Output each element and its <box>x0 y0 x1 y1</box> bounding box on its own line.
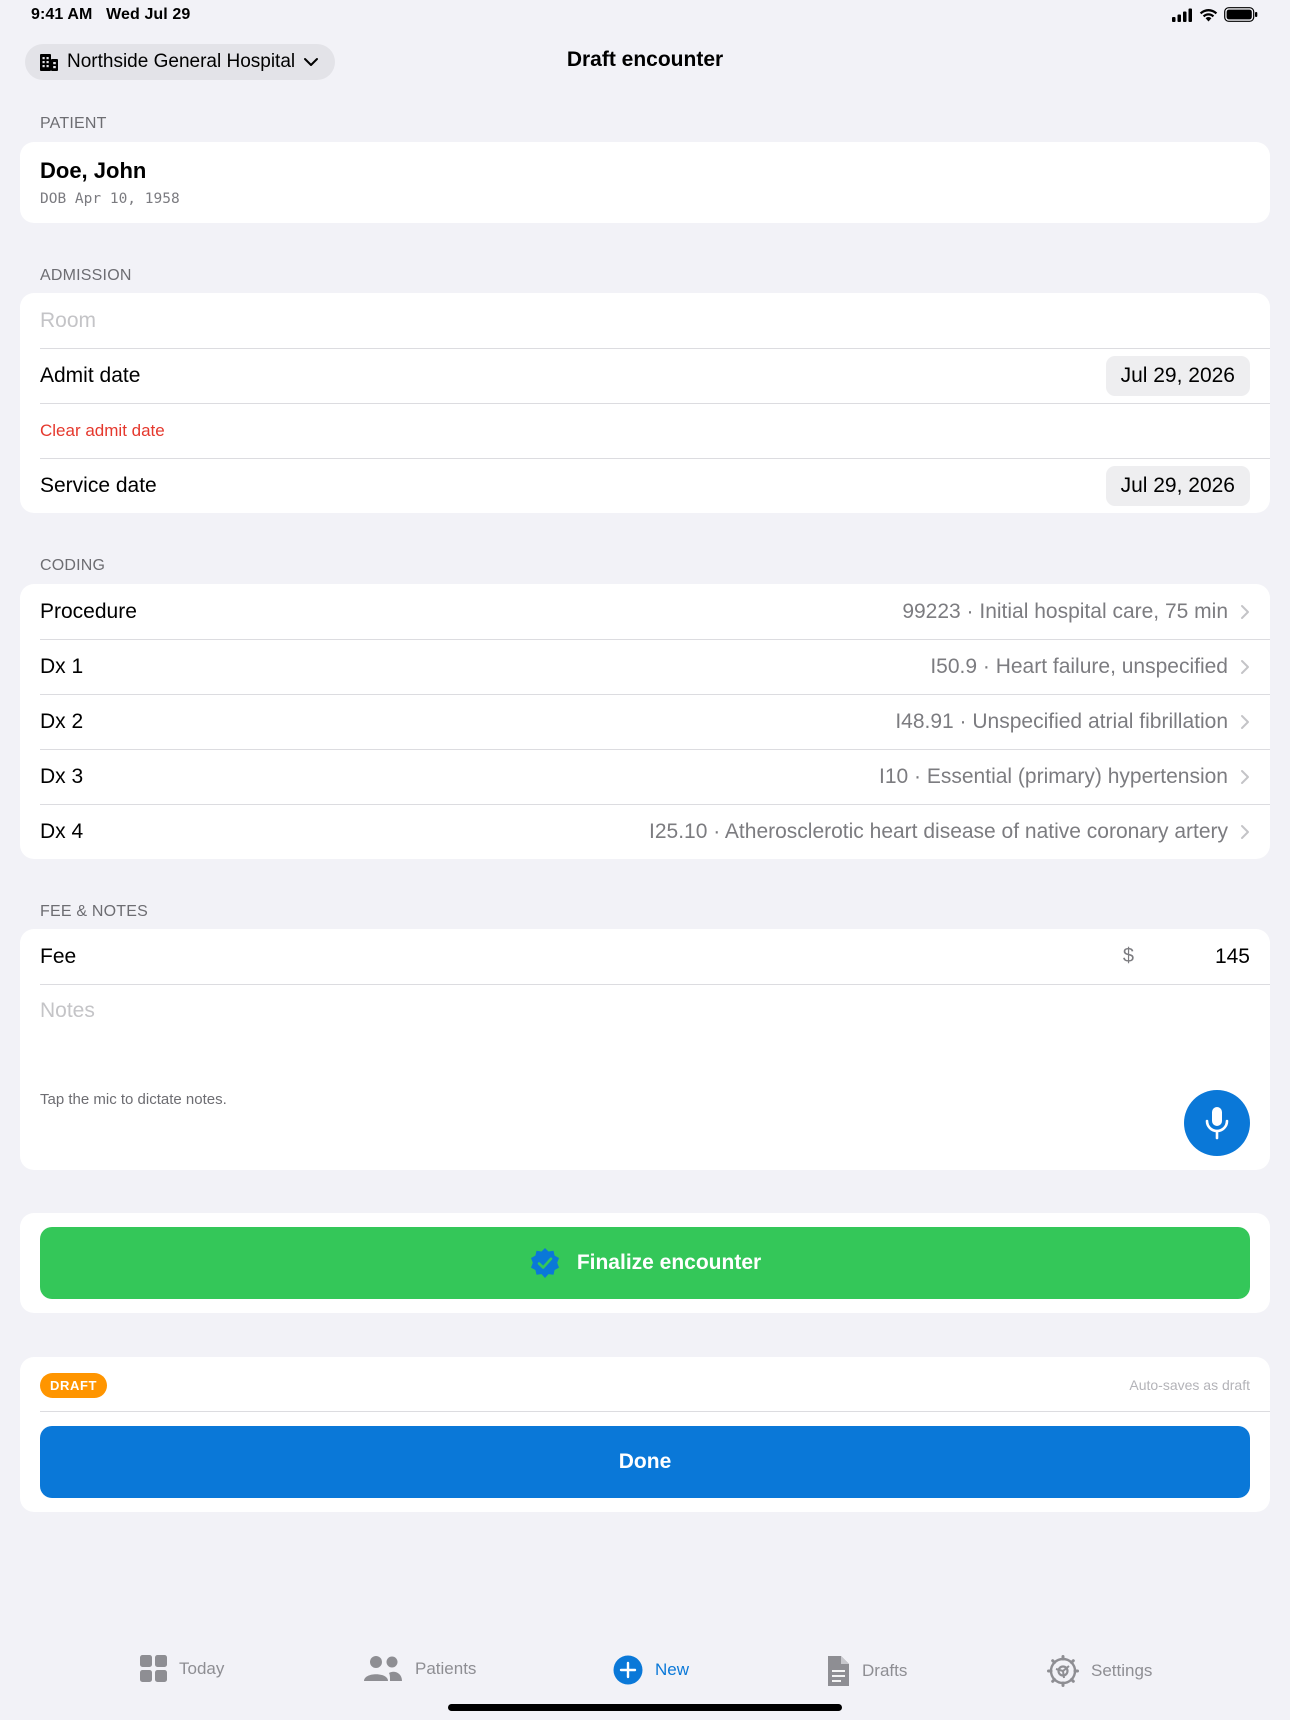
status-clock: 9:41 AM <box>31 6 93 23</box>
battery-icon <box>1224 7 1258 22</box>
service-date-row: Service date Jul 29, 2026 <box>20 458 1270 513</box>
patient-card[interactable]: Doe, John DOB Apr 10, 1958 <box>20 142 1270 223</box>
dx1-row[interactable]: Dx 1 I50.9 · Heart failure, unspecified <box>20 639 1270 694</box>
section-header-patient: PATIENT <box>40 115 107 132</box>
service-date-label: Service date <box>40 473 157 497</box>
chevron-right-icon <box>1241 714 1249 729</box>
plus-circle-icon <box>613 1655 643 1685</box>
draft-card: DRAFT Auto-saves as draft Done <box>20 1357 1270 1512</box>
admission-card: Room Admit date Jul 29, 2026 Clear admit… <box>20 293 1270 513</box>
fee-row: Fee $ 145 <box>20 929 1270 984</box>
currency-symbol: $ <box>1122 945 1134 967</box>
draft-badge: DRAFT <box>40 1373 108 1398</box>
room-field[interactable]: Room <box>40 309 96 333</box>
coding-row-value: I10 · Essential (primary) hypertension <box>879 764 1228 788</box>
dx2-row[interactable]: Dx 2 I48.91 · Unspecified atrial fibrill… <box>20 694 1270 749</box>
status-time: 9:41 AM Wed Jul 29 <box>31 6 190 24</box>
coding-card: Procedure 99223 · Initial hospital care,… <box>20 584 1270 859</box>
coding-row-label: Dx 2 <box>40 709 84 733</box>
fee-notes-card: Fee $ 145 Notes Tap the mic to dictate n… <box>20 929 1270 1170</box>
tab-label: Settings <box>1091 1661 1153 1680</box>
coding-row-label: Dx 4 <box>40 819 84 843</box>
tab-label: Today <box>179 1658 225 1678</box>
microphone-icon <box>1205 1107 1229 1140</box>
room-row[interactable]: Room <box>20 293 1270 348</box>
tab-label: Drafts <box>862 1661 908 1680</box>
chevron-right-icon <box>1241 659 1249 674</box>
coding-row-value: 99223 · Initial hospital care, 75 min <box>902 599 1228 623</box>
dictate-button[interactable] <box>1184 1090 1250 1156</box>
nav-bar: Northside General Hospital Draft encount… <box>0 40 1290 84</box>
coding-row-value: I25.10 · Atherosclerotic heart disease o… <box>649 819 1228 843</box>
dx3-row[interactable]: Dx 3 I10 · Essential (primary) hypertens… <box>20 749 1270 804</box>
status-bar: 9:41 AM Wed Jul 29 <box>0 0 1290 30</box>
tab-patients[interactable]: Patients <box>363 1655 476 1682</box>
cellular-signal-icon <box>1172 8 1192 22</box>
document-icon <box>828 1656 849 1686</box>
chevron-right-icon <box>1241 604 1249 619</box>
people-icon <box>364 1656 402 1681</box>
chevron-right-icon <box>1241 769 1249 784</box>
chevron-right-icon <box>1241 824 1249 839</box>
admit-date-row: Admit date Jul 29, 2026 <box>20 348 1270 403</box>
dx4-row[interactable]: Dx 4 I25.10 · Atherosclerotic heart dise… <box>20 804 1270 859</box>
tab-drafts[interactable]: Drafts <box>826 1655 907 1687</box>
status-icons <box>1171 7 1258 22</box>
service-date-picker[interactable]: Jul 29, 2026 <box>1105 465 1250 506</box>
section-header-admission: ADMISSION <box>40 267 132 284</box>
grid-icon <box>140 1655 167 1682</box>
clear-admit-date-button[interactable]: Clear admit date <box>40 421 165 441</box>
patient-name: Doe, John <box>40 158 147 183</box>
coding-row-label: Dx 1 <box>40 654 84 678</box>
coding-row-label: Dx 3 <box>40 764 84 788</box>
finalize-button[interactable]: Finalize encounter <box>40 1227 1250 1299</box>
fee-label: Fee <box>40 944 77 968</box>
home-indicator <box>448 1704 842 1711</box>
tab-label: New <box>655 1660 690 1679</box>
checkmark-seal-icon <box>530 1248 559 1278</box>
coding-row-value: I48.91 · Unspecified atrial fibrillation <box>895 709 1228 733</box>
coding-row-value: I50.9 · Heart failure, unspecified <box>930 654 1228 678</box>
fee-input[interactable]: 145 <box>1215 945 1250 969</box>
mic-hint: Tap the mic to dictate notes. <box>40 1091 227 1108</box>
procedure-row[interactable]: Procedure 99223 · Initial hospital care,… <box>20 584 1270 639</box>
notes-field[interactable]: Notes <box>40 999 95 1023</box>
finalize-card: Finalize encounter <box>20 1213 1270 1313</box>
clear-admit-row: Clear admit date <box>20 403 1270 458</box>
status-date: Wed Jul 29 <box>106 6 191 23</box>
page-title: Draft encounter <box>566 48 724 71</box>
tab-new[interactable]: New <box>613 1655 689 1685</box>
autosave-hint: Auto-saves as draft <box>1129 1377 1250 1393</box>
tab-today[interactable]: Today <box>140 1655 224 1682</box>
divider <box>40 1411 1270 1412</box>
patient-dob: DOB Apr 10, 1958 <box>40 191 180 207</box>
finalize-label: Finalize encounter <box>576 1251 762 1274</box>
done-button[interactable]: Done <box>40 1426 1250 1498</box>
done-label: Done <box>618 1450 672 1473</box>
gear-icon <box>1047 1655 1079 1687</box>
section-header-fee-notes: FEE & NOTES <box>40 903 148 920</box>
admit-date-label: Admit date <box>40 363 141 387</box>
tab-settings[interactable]: Settings <box>1047 1655 1152 1687</box>
section-header-coding: CODING <box>40 557 106 574</box>
coding-row-label: Procedure <box>40 599 137 623</box>
admit-date-picker[interactable]: Jul 29, 2026 <box>1105 355 1250 396</box>
tab-label: Patients <box>415 1658 477 1678</box>
divider <box>40 984 1270 985</box>
wifi-icon <box>1199 8 1218 21</box>
